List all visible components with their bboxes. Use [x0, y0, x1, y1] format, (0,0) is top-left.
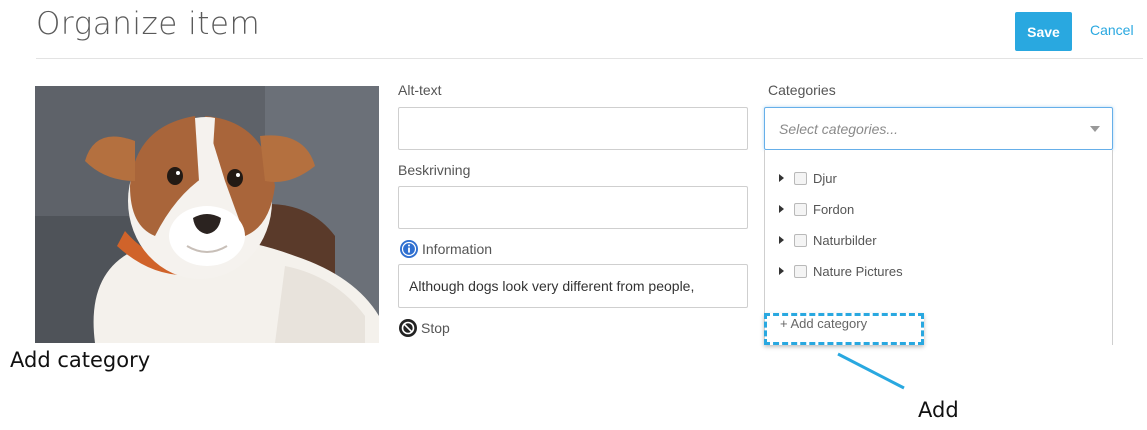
information-input[interactable]: Although dogs look very different from p… — [398, 264, 748, 308]
item-image — [35, 86, 379, 343]
information-heading: Information — [399, 239, 492, 259]
stop-heading: Stop — [398, 318, 450, 338]
information-label: Information — [422, 241, 493, 257]
add-category-button[interactable]: + Add category — [780, 316, 867, 331]
puppy-image — [35, 86, 379, 343]
category-label: Naturbilder — [813, 232, 877, 248]
categories-label: Categories — [768, 82, 836, 98]
category-checkbox[interactable] — [794, 264, 807, 278]
callout-line — [837, 352, 905, 390]
description-input[interactable] — [398, 186, 748, 229]
info-icon — [399, 239, 419, 259]
category-item-djur[interactable]: Djur — [779, 168, 837, 188]
alt-text-label: Alt-text — [398, 82, 442, 98]
caret-right-icon[interactable] — [779, 205, 784, 213]
annotation-caption: Add category — [10, 348, 151, 372]
caret-right-icon[interactable] — [779, 236, 784, 244]
description-label: Beskrivning — [398, 162, 471, 178]
stop-icon — [398, 318, 418, 338]
categories-placeholder: Select categories... — [779, 120, 899, 137]
category-checkbox[interactable] — [794, 171, 807, 185]
caret-right-icon[interactable] — [779, 174, 784, 182]
category-item-nature-pictures[interactable]: Nature Pictures — [779, 261, 903, 281]
caret-right-icon[interactable] — [779, 267, 784, 275]
category-item-fordon[interactable]: Fordon — [779, 199, 854, 219]
category-item-naturbilder[interactable]: Naturbilder — [779, 230, 877, 250]
category-checkbox[interactable] — [794, 233, 807, 247]
annotation-callout-label: Add — [918, 398, 959, 422]
stop-label: Stop — [421, 320, 450, 336]
page-title: Organize item — [36, 6, 261, 42]
save-button[interactable]: Save — [1015, 12, 1072, 51]
alt-text-input[interactable] — [398, 107, 748, 150]
category-checkbox[interactable] — [794, 202, 807, 216]
categories-select[interactable]: Select categories... — [764, 107, 1113, 150]
category-label: Nature Pictures — [813, 263, 903, 279]
chevron-down-icon[interactable] — [1078, 108, 1112, 149]
header-divider — [36, 58, 1143, 59]
category-label: Fordon — [813, 201, 855, 217]
cancel-link[interactable]: Cancel — [1090, 22, 1134, 38]
category-label: Djur — [813, 170, 837, 186]
